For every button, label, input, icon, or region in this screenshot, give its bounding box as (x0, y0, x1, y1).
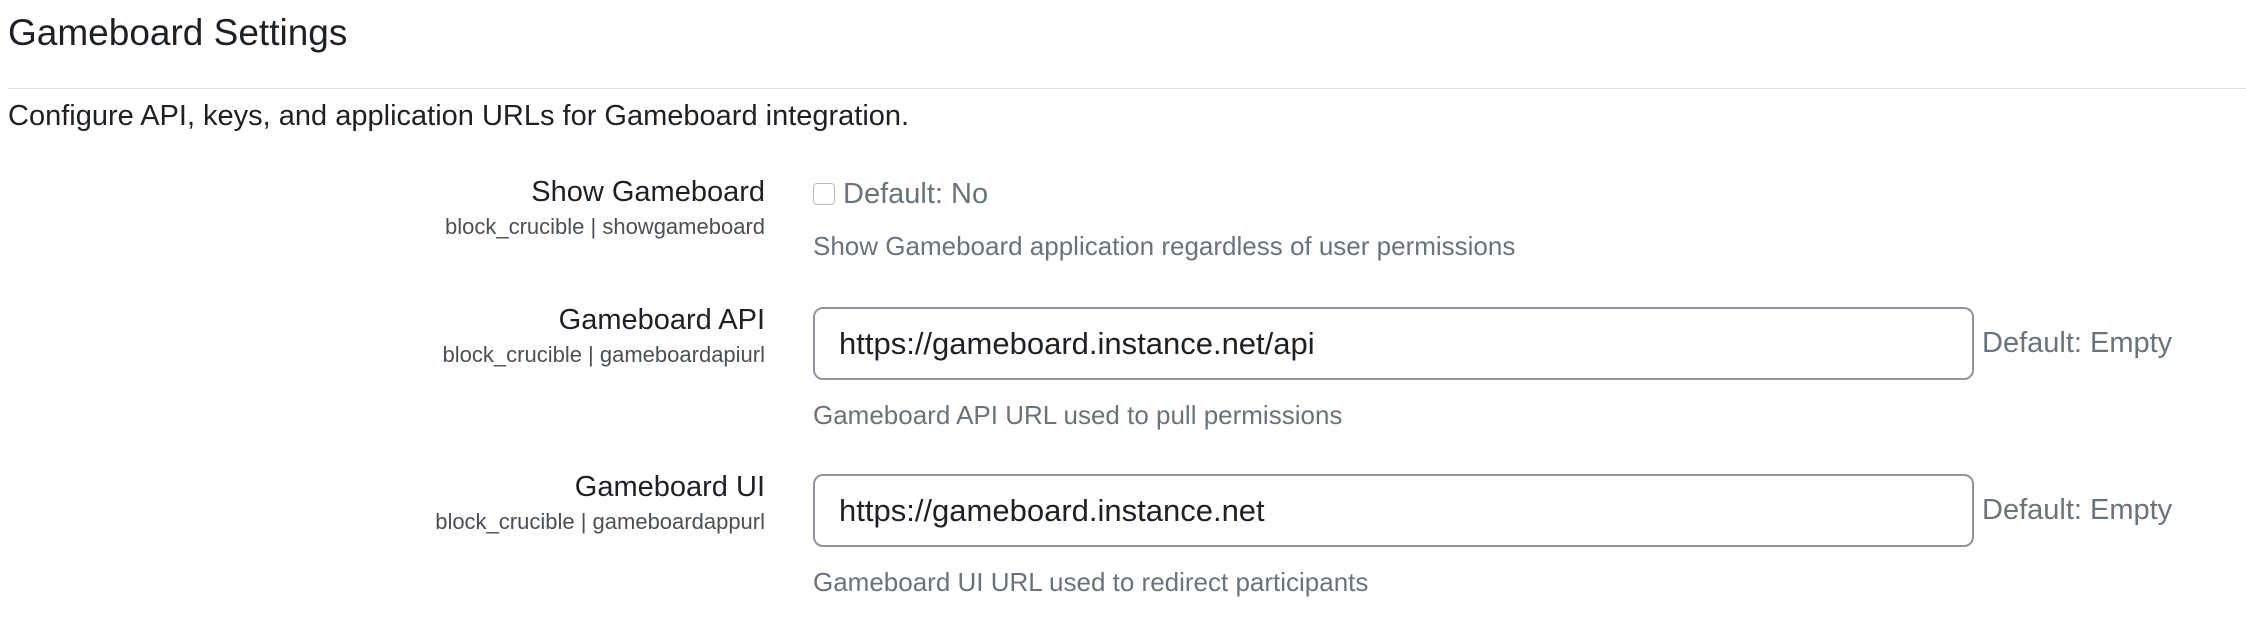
setting-control-column: Default: No (813, 172, 988, 216)
setting-label[interactable]: Gameboard UI (25, 467, 765, 507)
setting-label-column: Show Gameboard block_crucible | showgame… (25, 172, 765, 242)
section-title: Gameboard Settings (8, 12, 348, 53)
setting-key: block_crucible | gameboardappurl (435, 509, 765, 534)
setting-help-text: Gameboard API URL used to pull permissio… (813, 400, 1343, 430)
setting-key: block_crucible | showgameboard (445, 214, 765, 239)
setting-label-column: Gameboard UI block_crucible | gameboarda… (25, 467, 765, 537)
default-value: Default: Empty (1982, 327, 2173, 359)
setting-help-text: Show Gameboard application regardless of… (813, 231, 1516, 261)
setting-label[interactable]: Gameboard API (25, 300, 765, 340)
show-gameboard-checkbox[interactable] (813, 183, 835, 205)
section-description: Configure API, keys, and application URL… (8, 100, 910, 132)
gameboard-api-url-input[interactable] (813, 307, 1974, 380)
setting-help-text: Gameboard UI URL used to redirect partic… (813, 567, 1369, 597)
setting-label-column: Gameboard API block_crucible | gameboard… (25, 300, 765, 370)
default-value: Default: No (843, 177, 989, 210)
setting-key: block_crucible | gameboardapiurl (442, 342, 765, 367)
default-value: Default: Empty (1982, 494, 2173, 526)
checkbox-row: Default: No (813, 172, 988, 216)
gameboard-ui-url-input[interactable] (813, 474, 1974, 547)
setting-label[interactable]: Show Gameboard (25, 172, 765, 212)
title-divider (8, 88, 2246, 89)
